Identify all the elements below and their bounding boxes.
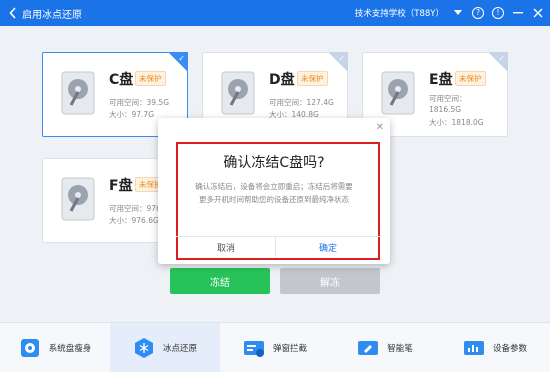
free-value: 1816.5G xyxy=(429,105,462,114)
nav-label: 智能笔 xyxy=(387,343,413,354)
free-space: 可用空间：39.5G xyxy=(109,97,169,108)
help-icon[interactable]: ? xyxy=(472,7,484,19)
dialog-message-line: 更多开机时间帮助您的设备还原到最纯净状态 xyxy=(199,195,349,204)
title-bar: 启用冰点还原 技术支持学校（T88Y） ? ! xyxy=(0,0,550,26)
confirm-dialog: ✕ 确认冻结C盘吗? 确认冻结后，设备将会立即重启；冻结后将需要 更多开机时间帮… xyxy=(158,118,390,264)
close-icon[interactable] xyxy=(532,7,544,19)
smart-pen-icon xyxy=(357,337,379,359)
drive-name: F盘 xyxy=(109,178,133,194)
nav-label: 冰点还原 xyxy=(162,343,197,354)
minimize-icon[interactable] xyxy=(512,7,524,19)
hard-disk-icon xyxy=(61,71,95,115)
divider xyxy=(176,236,380,237)
hard-disk-icon xyxy=(61,177,95,221)
nav-label: 弹窗拦截 xyxy=(272,343,307,354)
size-label: 大小： xyxy=(429,118,452,127)
nav-item-popup-block[interactable]: 弹窗拦截 xyxy=(220,323,330,372)
size-label: 大小： xyxy=(109,110,132,119)
bottom-nav: 系统盘瘦身 冰点还原 弹窗拦截 智能笔 设备参数 xyxy=(0,322,550,372)
freeze-button[interactable]: 冻结 xyxy=(170,268,270,294)
nav-item-freeze-restore[interactable]: 冰点还原 xyxy=(110,323,220,372)
nav-label: 设备参数 xyxy=(492,343,527,354)
check-icon: ✓ xyxy=(178,54,185,63)
thaw-button[interactable]: 解冻 xyxy=(280,268,380,294)
close-icon[interactable]: ✕ xyxy=(376,122,384,133)
free-space: 可用空间：127.4G xyxy=(269,97,334,108)
chevron-left-icon[interactable] xyxy=(4,0,22,26)
drive-name: E盘 xyxy=(429,72,453,88)
device-params-icon xyxy=(463,337,485,359)
dialog-message-line: 确认冻结后，设备将会立即重启；冻结后将需要 xyxy=(195,182,353,191)
free-space: 可用空间：976 xyxy=(109,203,161,214)
dialog-message: 确认冻结后，设备将会立即重启；冻结后将需要 更多开机时间帮助您的设备还原到最纯净… xyxy=(184,180,364,206)
page-title: 启用冰点还原 xyxy=(22,9,82,21)
disk-slim-icon xyxy=(19,337,41,359)
disk-size: 大小：1818.0G xyxy=(429,117,484,128)
nav-item-system-slim[interactable]: 系统盘瘦身 xyxy=(0,323,110,372)
hard-disk-icon xyxy=(221,71,255,115)
drive-name: C盘 xyxy=(109,72,134,88)
info-icon[interactable]: ! xyxy=(492,7,504,19)
size-value: 1818.0G xyxy=(451,118,484,127)
disk-size: 大小：97.7G xyxy=(109,109,154,120)
free-label: 可用空间： xyxy=(269,98,307,107)
school-name[interactable]: 技术支持学校（T88Y） xyxy=(355,7,444,19)
status-badge: 未保护 xyxy=(297,71,328,86)
dialog-title: 确认冻结C盘吗? xyxy=(223,155,325,171)
free-label: 可用空间： xyxy=(109,204,147,213)
cancel-button[interactable]: 取消 xyxy=(176,238,276,256)
popup-block-icon xyxy=(243,337,265,359)
check-icon: ✓ xyxy=(498,54,505,63)
check-icon: ✓ xyxy=(338,54,345,63)
nav-item-device-params[interactable]: 设备参数 xyxy=(440,323,550,372)
size-label: 大小： xyxy=(109,216,132,225)
nav-label: 系统盘瘦身 xyxy=(48,343,92,354)
hard-disk-icon xyxy=(381,71,415,115)
nav-item-smart-pen[interactable]: 智能笔 xyxy=(330,323,440,372)
confirm-button[interactable]: 确定 xyxy=(278,238,378,256)
free-label: 可用空间： xyxy=(429,94,467,103)
disk-size: 大小：976.6G xyxy=(109,215,159,226)
free-label: 可用空间： xyxy=(109,98,147,107)
status-badge: 未保护 xyxy=(455,71,486,86)
drive-name: D盘 xyxy=(269,72,295,88)
free-value: 39.5G xyxy=(146,98,170,107)
free-value: 127.4G xyxy=(306,98,334,107)
size-value: 976.6G xyxy=(131,216,159,225)
snowflake-icon xyxy=(133,337,155,359)
dropdown-triangle-icon[interactable] xyxy=(452,7,464,19)
size-value: 97.7G xyxy=(131,110,155,119)
status-badge: 未保护 xyxy=(135,71,166,86)
